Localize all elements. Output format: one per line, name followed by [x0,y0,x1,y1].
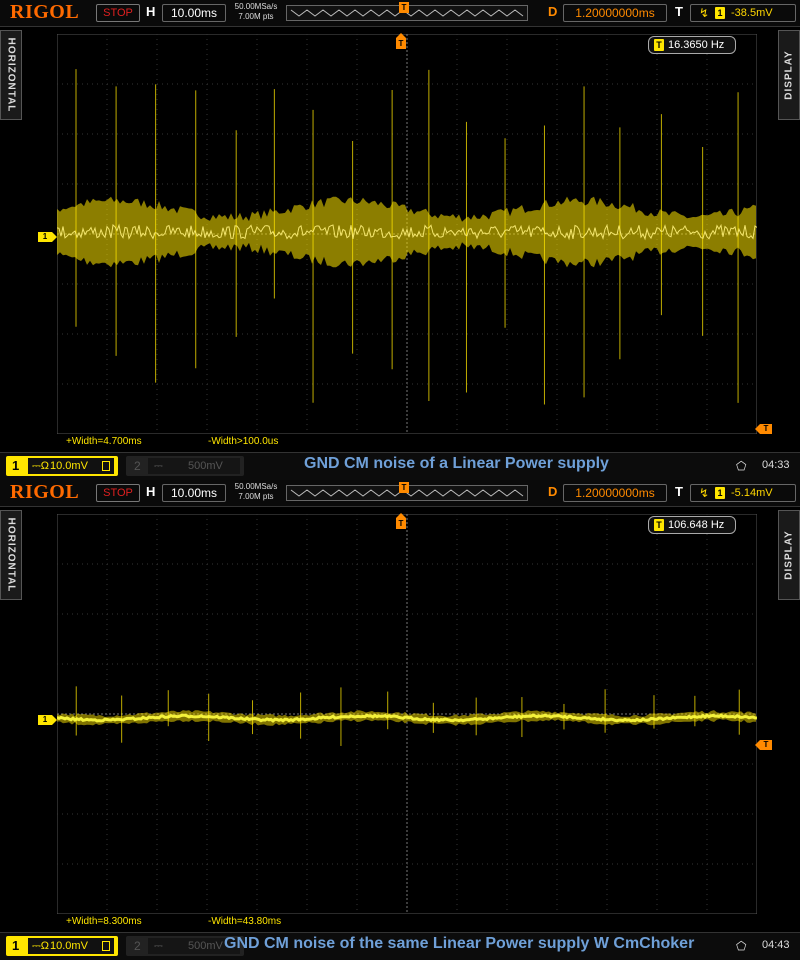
channel-2-number: 2 [134,459,141,473]
bottom-channel-bar: 1 ⎓Ω 10.0mV 2 ⎓ 500mV GND CM noise of th… [0,932,800,960]
channel-1-offset-marker[interactable]: 1 [38,232,57,242]
horizontal-menu-tab[interactable]: HORIZONTAL [0,510,22,600]
trigger-label: T [675,4,683,19]
oscilloscope-screen-2: RIGOL STOP H 10.00ms 50.00MSa/s 7.00M pt… [0,480,800,960]
trigger-source: 1 [715,7,725,19]
trigger-settings[interactable]: ↯ 1 -5.14mV [690,484,796,502]
horizontal-label: H [146,4,156,19]
channel-1-offset-marker[interactable]: 1 [38,715,57,725]
display-tab-label: DISPLAY [783,50,795,100]
channel-1-scale: 10.0mV [50,940,88,952]
frequency-counter: T 106.648 Hz [648,516,736,534]
oscilloscope-screen-1: RIGOL STOP H 10.00ms 50.00MSa/s 7.00M pt… [0,0,800,480]
dc-coupling-icon: ⎓ [154,940,163,952]
acquisition-info: 50.00MSa/s 7.00M pts [229,482,283,502]
delay-label: D [548,484,558,499]
falling-edge-icon: ↯ [699,6,710,20]
sample-rate: 50.00MSa/s [234,2,278,11]
trigger-frequency-icon: T [654,519,664,531]
rigol-logo: RIGOL [10,1,80,23]
memory-overview-strip: T [286,2,528,21]
trigger-level-marker[interactable]: T [755,424,772,434]
trigger-position-marker[interactable]: T [396,33,406,49]
channel-2-settings: ⎓ 500mV [148,458,240,474]
trigger-source: 1 [715,487,725,499]
memory-depth: 7.00M pts [238,492,274,501]
channel-1-number: 1 [12,458,20,473]
negative-width-measurement: -Width>100.0us [208,436,279,447]
frequency-value: 106.648 Hz [668,519,725,531]
top-status-bar: RIGOL STOP H 10.00ms 50.00MSa/s 7.00M pt… [0,0,800,27]
display-menu-tab[interactable]: DISPLAY [778,30,800,120]
bottom-channel-bar: 1 ⎓Ω 10.0mV 2 ⎓ 500mV GND CM noise of a … [0,452,800,480]
channel-2-scale: 500mV [188,460,223,472]
negative-width-measurement: -Width=43.80ms [208,916,282,927]
channel-1-settings: ⎓Ω 10.0mV [28,458,114,474]
usb-icon: ⬠ [736,459,747,473]
frequency-value: 16.3650 Hz [668,39,725,51]
clock-time: 04:43 [762,939,790,951]
channel-1-box[interactable]: 1 ⎓Ω 10.0mV [6,456,118,476]
channel-2-scale: 500mV [188,940,223,952]
trigger-position-marker[interactable]: T [396,513,406,529]
dc-coupling-icon: ⎓ [154,460,163,472]
trigger-position-icon: T [399,482,409,493]
frequency-counter: T 16.3650 Hz [648,36,736,54]
timebase-value[interactable]: 10.00ms [162,484,226,502]
positive-width-measurement: +Width=8.300ms [66,916,142,927]
bandwidth-limit-icon [102,461,110,471]
waveform-grid[interactable] [57,34,757,434]
delay-value[interactable]: 1.20000000ms [563,4,667,22]
display-menu-tab[interactable]: DISPLAY [778,510,800,600]
dc-coupling-icon: ⎓Ω [32,460,50,472]
dc-coupling-icon: ⎓Ω [32,940,50,952]
trigger-level: -38.5mV [731,7,773,19]
run-stop-status[interactable]: STOP [96,4,140,22]
sample-rate: 50.00MSa/s [234,482,278,491]
run-stop-status[interactable]: STOP [96,484,140,502]
trigger-level-marker[interactable]: T [755,740,772,750]
timebase-value[interactable]: 10.00ms [162,4,226,22]
channel-1-box[interactable]: 1 ⎓Ω 10.0mV [6,936,118,956]
positive-width-measurement: +Width=4.700ms [66,436,142,447]
rigol-logo: RIGOL [10,481,80,503]
channel-1-settings: ⎓Ω 10.0mV [28,938,114,954]
delay-value[interactable]: 1.20000000ms [563,484,667,502]
horizontal-label: H [146,484,156,499]
horizontal-tab-label: HORIZONTAL [5,37,17,113]
screenshot-caption: GND CM noise of the same Linear Power su… [224,935,695,952]
horizontal-menu-tab[interactable]: HORIZONTAL [0,30,22,120]
channel-2-box[interactable]: 2 ⎓ 500mV [126,456,244,476]
waveform-grid[interactable] [57,514,757,914]
bandwidth-limit-icon [102,941,110,951]
trigger-frequency-icon: T [654,39,664,51]
acquisition-info: 50.00MSa/s 7.00M pts [229,2,283,22]
trigger-level: -5.14mV [731,487,773,499]
delay-label: D [548,4,558,19]
top-status-bar: RIGOL STOP H 10.00ms 50.00MSa/s 7.00M pt… [0,480,800,507]
falling-edge-icon: ↯ [699,486,710,500]
trigger-position-icon: T [399,2,409,13]
trigger-label: T [675,484,683,499]
channel-1-scale: 10.0mV [50,460,88,472]
display-tab-label: DISPLAY [783,530,795,580]
horizontal-tab-label: HORIZONTAL [5,517,17,593]
channel-1-number: 1 [12,938,20,953]
screenshot-caption: GND CM noise of a Linear Power supply [304,455,609,472]
trigger-settings[interactable]: ↯ 1 -38.5mV [690,4,796,22]
usb-icon: ⬠ [736,939,747,953]
clock-time: 04:33 [762,459,790,471]
channel-2-number: 2 [134,939,141,953]
memory-overview-strip: T [286,482,528,501]
memory-depth: 7.00M pts [238,12,274,21]
